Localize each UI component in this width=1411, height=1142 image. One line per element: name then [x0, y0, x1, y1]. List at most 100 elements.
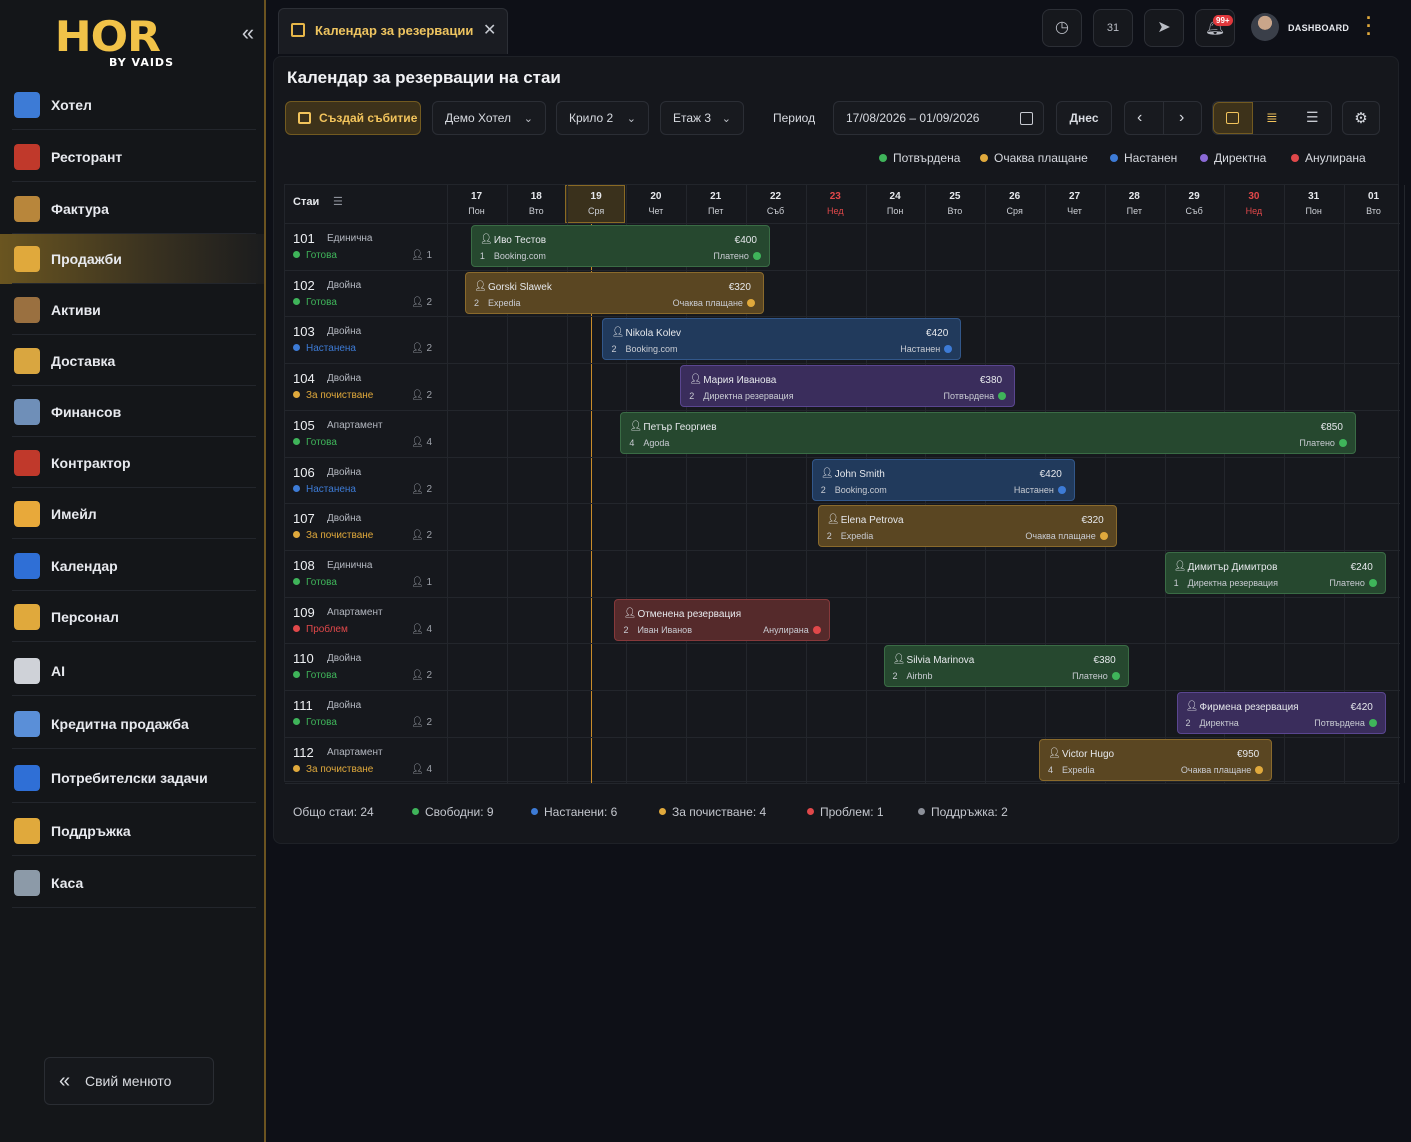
- booking-source: Директна резервация: [703, 391, 794, 402]
- send-icon[interactable]: ➤: [1144, 9, 1184, 47]
- payment-status: Очаква плащане: [1025, 531, 1108, 541]
- booking-price: €320: [728, 281, 751, 293]
- filter-icon[interactable]: ☰: [333, 195, 343, 208]
- divider: [1163, 102, 1164, 134]
- day-header[interactable]: 22 Съб: [746, 190, 805, 218]
- weekday-label: Пет: [708, 206, 724, 216]
- next-arrow-icon[interactable]: ›: [1179, 109, 1184, 127]
- list-view-icon[interactable]: ≣: [1266, 109, 1278, 126]
- settings-gear-icon[interactable]: ⚙: [1342, 101, 1380, 135]
- room-row-101[interactable]: 101 Единична Готова 👤︎ 1: [285, 223, 447, 269]
- room-row-110[interactable]: 110 Двойна Готова 👤︎ 2: [285, 643, 447, 689]
- day-header[interactable]: 19 Сря: [567, 190, 626, 218]
- calendar-31-icon[interactable]: 31: [1093, 9, 1133, 47]
- day-header[interactable]: 30 Нед: [1224, 190, 1283, 218]
- room-row-109[interactable]: 109 Апартамент Проблем 👤︎ 4: [285, 597, 447, 643]
- booking-bar[interactable]: 👤︎ Отменена резервация 2 Иван Иванов Анулира…: [614, 598, 830, 641]
- room-row-102[interactable]: 102 Двойна Готова 👤︎ 2: [285, 270, 447, 316]
- room-status-label: Проблем: [306, 623, 348, 635]
- grid-row-line: [285, 549, 1400, 551]
- close-tab-icon[interactable]: ✕: [483, 20, 496, 40]
- sidebar-item-4[interactable]: Активи: [0, 285, 264, 335]
- booking-bar[interactable]: 👤︎ Silvia Marinova 2 Airbnb €380 Платено: [883, 645, 1129, 688]
- floor-select[interactable]: Етаж 3 ⌄: [660, 101, 744, 135]
- sidebar-item-5[interactable]: Доставка: [0, 336, 264, 386]
- sidebar-item-13[interactable]: Потребителски задачи: [0, 753, 264, 803]
- user-label[interactable]: DASHBOARD: [1288, 23, 1349, 33]
- sidebar-item-6[interactable]: Финансов: [0, 387, 264, 437]
- booking-bar[interactable]: 👤︎ Димитър Димитров 1 Директна резервация €2…: [1164, 551, 1386, 594]
- sidebar-item-2[interactable]: Фактура: [0, 184, 264, 234]
- day-header[interactable]: 17 Пон: [447, 190, 506, 218]
- booking-bar[interactable]: 👤︎ Nikola Kolev 2 Booking.com €420 Настанен: [602, 318, 962, 361]
- room-row-111[interactable]: 111 Двойна Готова 👤︎ 2: [285, 690, 447, 736]
- restaurant-icon: [14, 144, 40, 170]
- room-row-108[interactable]: 108 Единична Готова 👤︎ 1: [285, 550, 447, 596]
- room-row-106[interactable]: 106 Двойна Настанена 👤︎ 2: [285, 457, 447, 503]
- tab-reservations-calendar[interactable]: Календар за резервации ✕: [278, 8, 508, 54]
- room-row-103[interactable]: 103 Двойна Настанена 👤︎ 2: [285, 316, 447, 362]
- kebab-menu-icon[interactable]: · · ·: [1366, 9, 1372, 43]
- sidebar-item-15[interactable]: Каса: [0, 858, 264, 908]
- day-header[interactable]: 27 Чет: [1045, 190, 1104, 218]
- sidebar-item-7[interactable]: Контрактор: [0, 438, 264, 488]
- sidebar-item-8[interactable]: Имейл: [0, 489, 264, 539]
- day-header[interactable]: 18 Вто: [507, 190, 566, 218]
- day-header[interactable]: 25 Вто: [925, 190, 984, 218]
- guest-name: Victor Hugo: [1062, 748, 1115, 760]
- room-row-112[interactable]: 112 Апартамент За почистване 👤︎ 4: [285, 737, 447, 783]
- room-row-107[interactable]: 107 Двойна За почистване 👤︎ 2: [285, 503, 447, 549]
- create-event-button[interactable]: Създай събитие: [285, 101, 421, 135]
- wing-select[interactable]: Крило 2 ⌄: [556, 101, 649, 135]
- avatar[interactable]: [1251, 13, 1279, 41]
- double-chevron-left-icon: «: [59, 1069, 71, 1092]
- day-header[interactable]: 21 Пет: [686, 190, 745, 218]
- booking-bar[interactable]: 👤︎ John Smith 2 Booking.com €420 Настанен: [811, 458, 1075, 501]
- booking-bar[interactable]: 👤︎ Иво Тестов 1 Booking.com €400 Платено: [470, 225, 770, 267]
- day-header[interactable]: 20 Чет: [626, 190, 685, 218]
- day-header[interactable]: 23 Нед: [806, 190, 865, 218]
- status-dot: [293, 764, 300, 772]
- day-number: 25: [949, 191, 961, 202]
- booking-bar[interactable]: 👤︎ Elena Petrova 2 Expedia €320 Очаква плащан…: [817, 505, 1117, 548]
- collapse-sidebar-icon[interactable]: «: [236, 22, 260, 46]
- grid-column-line: [1104, 185, 1106, 783]
- day-header[interactable]: 31 Пон: [1284, 190, 1343, 218]
- booking-bar[interactable]: 👤︎ Мария Иванова 2 Директна резервация €380 П…: [680, 365, 1016, 408]
- day-header[interactable]: 29 Съб: [1165, 190, 1224, 218]
- day-header[interactable]: 01 Вто: [1344, 190, 1403, 218]
- legend-item: Директна: [1200, 151, 1266, 165]
- weekday-label: Сря: [587, 206, 605, 216]
- sidebar-item-14[interactable]: Поддръжка: [0, 806, 264, 856]
- day-header[interactable]: 26 Сря: [985, 190, 1044, 218]
- prev-arrow-icon[interactable]: ‹: [1137, 109, 1142, 127]
- history-24-icon[interactable]: ◷: [1042, 9, 1082, 47]
- capacity-value: 2: [426, 483, 433, 495]
- sidebar-item-10[interactable]: Персонал: [0, 592, 264, 642]
- booking-bar[interactable]: 👤︎ Фирмена резервация 2 Директна €420 Потвърд…: [1176, 692, 1386, 734]
- sidebar-item-3[interactable]: Продажби: [0, 234, 264, 284]
- room-row-104[interactable]: 104 Двойна За почистване 👤︎ 2: [285, 363, 447, 409]
- calendar-icon[interactable]: [1020, 111, 1033, 125]
- bullet-list-icon[interactable]: ☰: [1306, 109, 1319, 126]
- day-header[interactable]: 28 Пет: [1105, 190, 1164, 218]
- sidebar-item-9[interactable]: Календар: [0, 541, 264, 591]
- booking-bar[interactable]: 👤︎ Петър Георгиев 4 Agoda €850 Платено: [620, 411, 1356, 454]
- guest-name: Nikola Kolev: [625, 328, 682, 340]
- hor-logo[interactable]: HOR BY VAIDS: [55, 16, 188, 72]
- sidebar-item-0[interactable]: Хотел: [0, 80, 264, 130]
- today-button[interactable]: Днес: [1056, 101, 1112, 135]
- sidebar-item-12[interactable]: Кредитна продажба: [0, 699, 264, 749]
- payment-status-icon: [1099, 532, 1108, 541]
- booking-bar[interactable]: 👤︎ Gorski Slawek 2 Expedia €320 Очаква плащан…: [464, 271, 764, 314]
- sidebar-item-1[interactable]: Ресторант: [0, 132, 264, 182]
- booking-bar[interactable]: 👤︎ Victor Hugo 4 Expedia €950 Очаква плащане: [1039, 738, 1273, 781]
- weekday-label: Вто: [528, 206, 544, 216]
- room-row-105[interactable]: 105 Апартамент Готова 👤︎ 4: [285, 410, 447, 456]
- hotel-select[interactable]: Демо Хотел ⌄: [432, 101, 546, 135]
- hide-menu-button[interactable]: « Свий менюто: [44, 1057, 214, 1105]
- day-header[interactable]: 24 Пон: [866, 190, 925, 218]
- sidebar-item-11[interactable]: AI: [0, 646, 264, 696]
- period-date-range[interactable]: 17/08/2026 – 01/09/2026: [833, 101, 1044, 135]
- hotel-icon: [14, 92, 40, 118]
